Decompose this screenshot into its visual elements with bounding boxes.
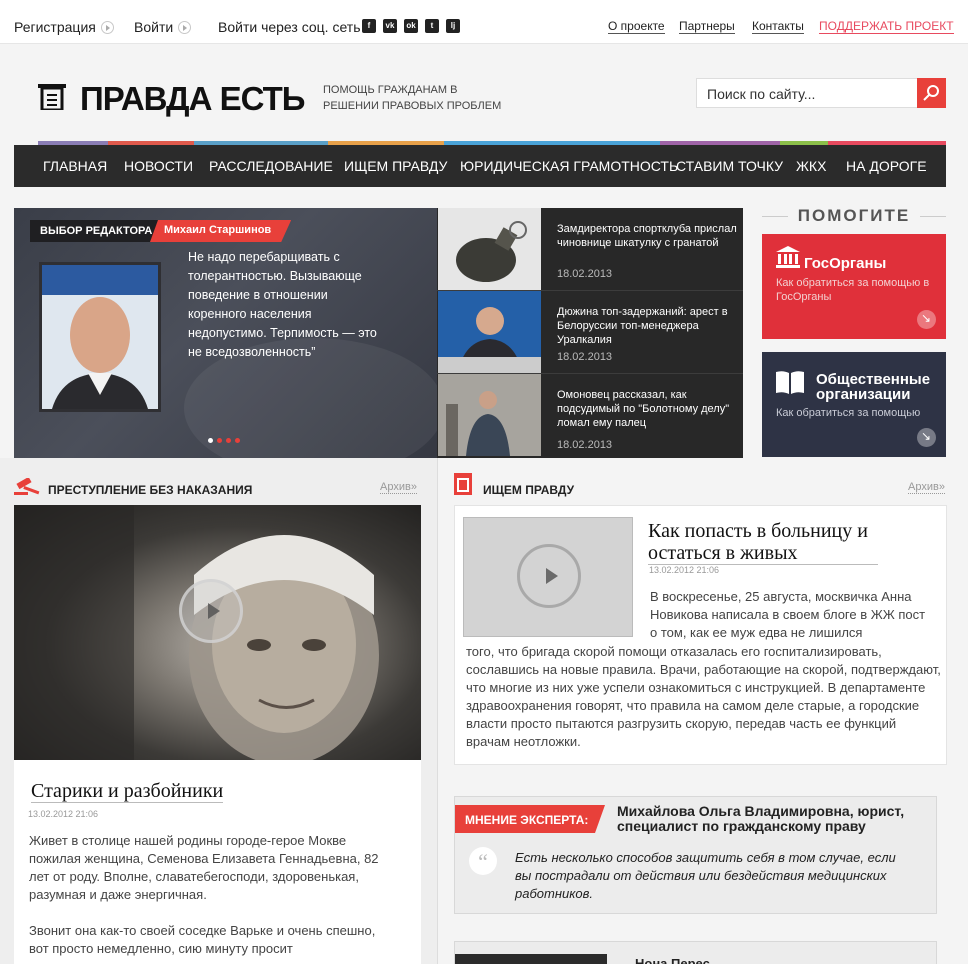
book-icon — [776, 371, 804, 394]
support-project-link[interactable]: ПОДДЕРЖАТЬ ПРОЕКТ — [819, 20, 954, 34]
help-gov-box[interactable]: ГосОрганы Как обратиться за помощью в Го… — [762, 234, 946, 339]
register-link[interactable]: Регистрация — [14, 19, 114, 35]
help-box-subtitle: Как обратиться за помощью в ГосОрганы — [776, 277, 930, 303]
expert-opinion-label: МНЕНИЕ ЭКСПЕРТА: — [455, 805, 605, 833]
crime-section-title: ПРЕСТУПЛЕНИЕ БЕЗ НАКАЗАНИЯ — [48, 483, 253, 497]
portrait-image — [42, 265, 158, 409]
facebook-icon[interactable]: f — [362, 19, 376, 33]
nav-item-legal-literacy[interactable]: ЮРИДИЧЕСКАЯ ГРАМОТНОСТЬ — [460, 158, 678, 174]
site-logo[interactable]: ПРАВДА ЕСТЬ — [80, 80, 305, 118]
truth-article-card[interactable]: Как попасть в больницу и остаться в живы… — [454, 505, 947, 765]
next-expert-label — [455, 954, 607, 964]
crime-article-title[interactable]: Старики и разбойники — [31, 780, 224, 803]
expert-quote: Есть несколько способов защитить себя в … — [515, 850, 896, 901]
news-thumbnail — [438, 374, 541, 456]
slider-dot[interactable] — [208, 438, 213, 443]
odnoklassniki-icon[interactable]: ok — [404, 19, 418, 33]
help-ngo-box[interactable]: Общественные организации Как обратиться … — [762, 352, 946, 457]
search-button[interactable] — [917, 78, 946, 108]
news-date: 18.02.2013 — [557, 439, 613, 451]
video-play-button[interactable] — [517, 544, 581, 608]
truth-article-body: того, что бригада скорой помощи отказала… — [466, 644, 941, 749]
expert-opinion-box: МНЕНИЕ ЭКСПЕРТА: Михайлова Ольга Владими… — [454, 796, 937, 914]
bookmark-icon — [454, 473, 472, 495]
news-item[interactable]: Замдиректора спортклуба прислал чиновниц… — [437, 208, 743, 291]
next-expert-name[interactable]: Нона Перес — [635, 956, 710, 964]
contacts-link[interactable]: Контакты — [752, 20, 804, 34]
editor-choice-slider[interactable]: ВЫБОР РЕДАКТОРА Михаил Старшинов Не надо… — [14, 208, 437, 458]
news-date: 18.02.2013 — [557, 268, 613, 280]
crime-article-card[interactable]: Старики и разбойники 13.02.2012 21:06 Жи… — [14, 505, 421, 964]
crime-archive-link[interactable]: Архив» — [380, 481, 417, 494]
help-box-subtitle: Как обратиться за помощью — [776, 407, 921, 419]
truth-article-date: 13.02.2012 21:06 — [649, 565, 720, 575]
crime-article-date: 13.02.2012 21:06 — [28, 809, 99, 819]
login-label: Войти — [134, 19, 174, 35]
logo-icon — [38, 84, 66, 110]
twitter-icon[interactable]: t — [425, 19, 439, 33]
editor-quote: Не надо перебарщивать с толерантностью. … — [188, 250, 377, 359]
news-item[interactable]: Омоновец рассказал, как подсудимый по "Б… — [437, 374, 743, 457]
news-title[interactable]: Дюжина топ-задержаний: арест в Белорусси… — [557, 305, 737, 347]
social-login-label: Войти через соц. сеть — [218, 19, 361, 35]
truth-archive-link[interactable]: Архив» — [908, 481, 945, 494]
slider-dot[interactable] — [226, 438, 231, 443]
police-image — [438, 374, 541, 456]
top-bar: Регистрация Войти Войти через соц. сеть … — [0, 0, 968, 44]
slider-dots[interactable] — [208, 438, 240, 443]
crime-article-paragraph-2: Звонит она как-то своей соседке Варьке и… — [29, 923, 376, 956]
about-link[interactable]: О проекте — [608, 20, 665, 34]
register-label: Регистрация — [14, 19, 96, 35]
nav-item-on-road[interactable]: НА ДОРОГЕ — [846, 158, 927, 174]
slider-dot[interactable] — [217, 438, 222, 443]
news-title[interactable]: Замдиректора спортклуба прислал чиновниц… — [557, 222, 737, 250]
video-thumbnail[interactable] — [463, 517, 633, 637]
nav-item-housing[interactable]: ЖКХ — [796, 158, 826, 174]
author-photo — [39, 262, 161, 412]
editor-choice-badge: ВЫБОР РЕДАКТОРА — [30, 220, 163, 242]
grenade-image — [456, 221, 527, 282]
partners-link[interactable]: Партнеры — [679, 20, 735, 34]
news-thumbnail — [438, 208, 541, 290]
government-building-icon — [776, 246, 800, 268]
quote-icon: “ — [469, 847, 497, 875]
slogan: ПОМОЩЬ ГРАЖДАНАМ В РЕШЕНИИ ПРАВОВЫХ ПРОБ… — [323, 84, 502, 112]
news-item[interactable]: Дюжина топ-задержаний: арест в Белорусси… — [437, 291, 743, 374]
news-date: 18.02.2013 — [557, 351, 613, 363]
arrow-down-right-icon[interactable] — [917, 428, 936, 447]
main-nav: ГЛАВНАЯ НОВОСТИ РАССЛЕДОВАНИЕ ИЩЕМ ПРАВД… — [14, 145, 946, 187]
video-play-button[interactable] — [179, 579, 243, 643]
vk-icon[interactable]: vk — [383, 19, 397, 33]
search-input[interactable]: Поиск по сайту... — [696, 78, 918, 108]
expert-name[interactable]: Михайлова Ольга Владимировна, юрист, спе… — [617, 804, 927, 834]
arrow-right-icon — [178, 20, 192, 34]
author-badge[interactable]: Михаил Старшинов — [150, 220, 291, 242]
truth-article-intro: В воскресенье, 25 августа, москвичка Анн… — [650, 589, 926, 640]
nav-item-final-point[interactable]: СТАВИМ ТОЧКУ — [676, 158, 783, 174]
businessman-image — [438, 291, 541, 373]
nav-item-home[interactable]: ГЛАВНАЯ — [43, 158, 107, 174]
nav-item-investigation[interactable]: РАССЛЕДОВАНИЕ — [209, 158, 333, 174]
slider-dot[interactable] — [235, 438, 240, 443]
nav-item-news[interactable]: НОВОСТИ — [124, 158, 193, 174]
help-box-title: ГосОрганы — [804, 255, 887, 272]
login-link[interactable]: Войти — [134, 19, 192, 35]
arrow-down-right-icon[interactable] — [917, 310, 936, 329]
search-icon — [923, 85, 939, 101]
livejournal-icon[interactable]: lj — [446, 19, 460, 33]
help-box-title: Общественные организации — [816, 371, 931, 403]
gavel-icon — [14, 478, 40, 495]
news-title[interactable]: Омоновец рассказал, как подсудимый по "Б… — [557, 388, 737, 430]
arrow-right-icon — [100, 20, 114, 34]
truth-article-title[interactable]: Как попасть в больницу и остаться в живы… — [648, 520, 878, 565]
nav-item-seeking-truth[interactable]: ИЩЕМ ПРАВДУ — [344, 158, 447, 174]
truth-section-title: ИЩЕМ ПРАВДУ — [483, 483, 575, 497]
crime-article-paragraph-1: Живет в столице нашей родины городе-геро… — [29, 833, 379, 902]
news-thumbnail — [438, 291, 541, 373]
next-expert-box: Нона Перес — [454, 941, 937, 964]
help-heading: ПОМОГИТЕ — [762, 206, 946, 226]
top-news-list: Замдиректора спортклуба прислал чиновниц… — [437, 208, 743, 458]
